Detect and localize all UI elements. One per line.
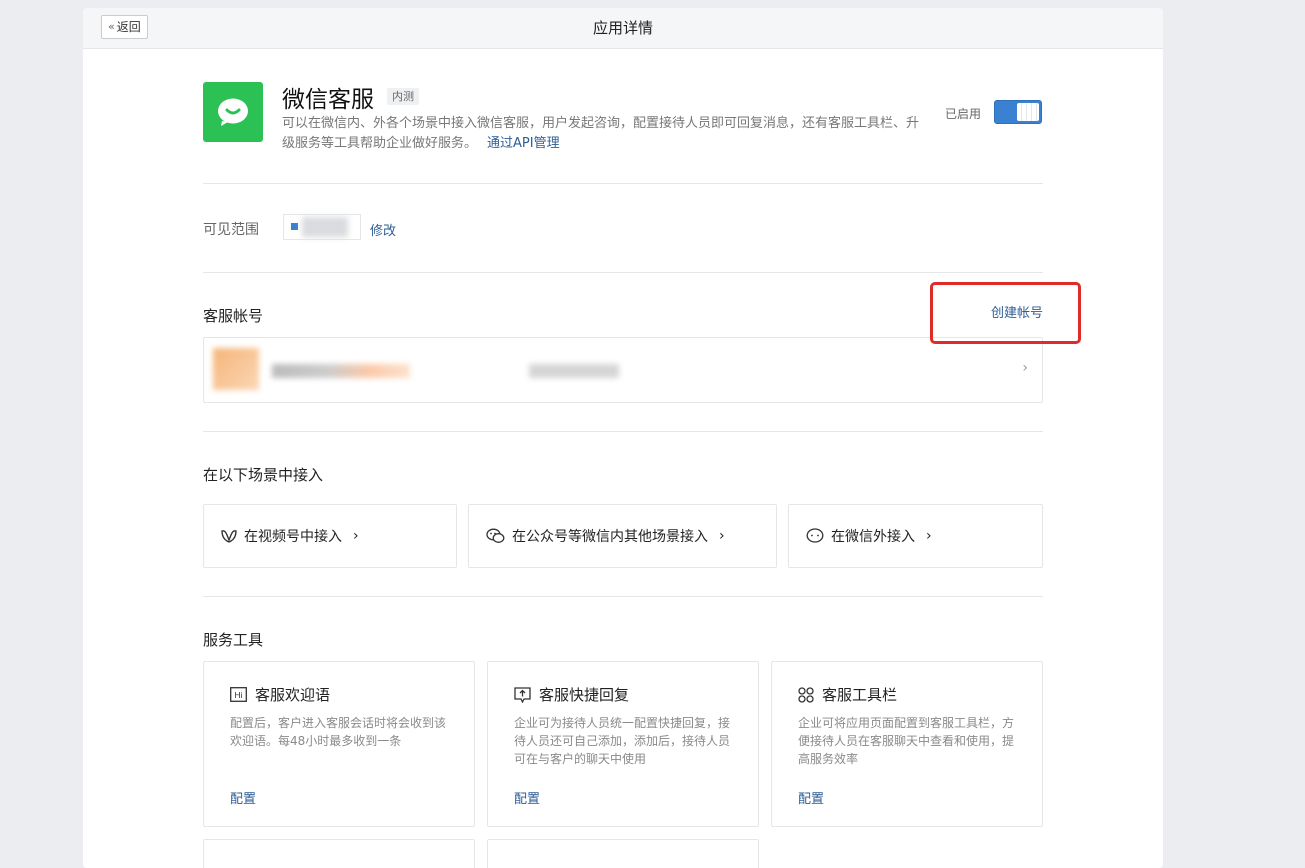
wechat-service-logo: [203, 82, 263, 142]
chat-bubble-icon: [806, 528, 824, 543]
tool-description: 配置后，客户进入客服会话时将会收到该欢迎语。每48小时最多收到一条: [230, 716, 447, 748]
configure-link[interactable]: 配置: [230, 788, 256, 807]
status-label: 已启用: [945, 107, 982, 121]
tool-title: 客服工具栏: [822, 686, 898, 704]
divider: [203, 272, 1043, 273]
chat-bubble-smile-icon: [218, 98, 248, 126]
tool-description: 企业可将应用页面配置到客服工具栏，方便接待人员在客服聊天中查看和使用，提高服务效…: [798, 716, 1015, 766]
divider: [203, 183, 1043, 184]
department-icon: [291, 223, 298, 230]
scene-outside-wechat[interactable]: 在微信外接入 ›: [788, 504, 1043, 568]
redacted-account-name: [272, 364, 410, 378]
scene-channels[interactable]: 在视频号中接入 ›: [203, 504, 457, 568]
account-list-item[interactable]: ›: [203, 337, 1043, 403]
scene-label: 在公众号等微信内其他场景接入: [512, 529, 708, 545]
enable-toggle[interactable]: [994, 100, 1042, 124]
quick-reply-icon: [514, 686, 531, 703]
scene-wechat-official[interactable]: 在公众号等微信内其他场景接入 ›: [468, 504, 777, 568]
toolbar-grid-icon: [798, 686, 814, 703]
scenes-section-title: 在以下场景中接入: [203, 466, 324, 484]
configure-link[interactable]: 配置: [798, 788, 824, 807]
app-detail-panel: « 返回 应用详情 微信客服 内测 可以在微信内、外各个场景中接入微信客服，用户…: [83, 8, 1163, 868]
scene-label: 在微信外接入: [831, 529, 915, 545]
app-description-text: 可以在微信内、外各个场景中接入微信客服，用户发起咨询，配置接待人员即可回复消息，…: [282, 116, 920, 151]
divider: [203, 431, 1043, 432]
configure-link[interactable]: 配置: [514, 788, 540, 807]
tool-card-partial: [203, 839, 475, 868]
app-name: 微信客服: [282, 87, 374, 113]
visibility-label: 可见范围: [203, 222, 259, 238]
chevron-right-icon: ›: [926, 528, 932, 544]
tool-card-partial: [487, 839, 759, 868]
tool-card-toolbar: 客服工具栏 企业可将应用页面配置到客服工具栏，方便接待人员在客服聊天中查看和使用…: [771, 661, 1043, 827]
page-title: 应用详情: [592, 19, 653, 37]
app-description: 可以在微信内、外各个场景中接入微信客服，用户发起咨询，配置接待人员即可回复消息，…: [282, 114, 922, 154]
accounts-section-title: 客服帐号: [203, 307, 264, 325]
tool-description: 企业可为接待人员统一配置快捷回复，接待人员还可自己添加，添加后，接待人员可在与客…: [514, 716, 731, 766]
redacted-account-info: [529, 364, 619, 378]
edit-visibility-link[interactable]: 修改: [370, 220, 396, 239]
tool-title: 客服欢迎语: [255, 686, 331, 704]
chevron-right-icon: ›: [1022, 360, 1028, 376]
tools-section-title: 服务工具: [203, 631, 264, 649]
svg-text:Hi: Hi: [234, 690, 242, 700]
beta-tag: 内测: [387, 88, 419, 105]
redacted-scope: [302, 217, 348, 237]
hi-icon: Hi: [230, 687, 247, 702]
toggle-knob: [1017, 103, 1039, 121]
api-manage-link[interactable]: 通过API管理: [487, 136, 560, 151]
visibility-scope-chip: [283, 214, 361, 240]
tool-card-welcome: Hi 客服欢迎语 配置后，客户进入客服会话时将会收到该欢迎语。每48小时最多收到…: [203, 661, 475, 827]
top-bar: « 返回 应用详情: [83, 8, 1163, 49]
wechat-icon: [486, 528, 505, 543]
tool-title: 客服快捷回复: [539, 686, 630, 704]
tool-card-quick-reply: 客服快捷回复 企业可为接待人员统一配置快捷回复，接待人员还可自己添加，添加后，接…: [487, 661, 759, 827]
divider: [203, 596, 1043, 597]
account-avatar: [213, 348, 259, 390]
chevron-right-icon: ›: [719, 528, 725, 544]
highlight-annotation: [930, 282, 1081, 344]
scene-label: 在视频号中接入: [244, 529, 342, 545]
chevron-right-icon: ›: [353, 528, 359, 544]
channels-icon: [221, 530, 237, 543]
